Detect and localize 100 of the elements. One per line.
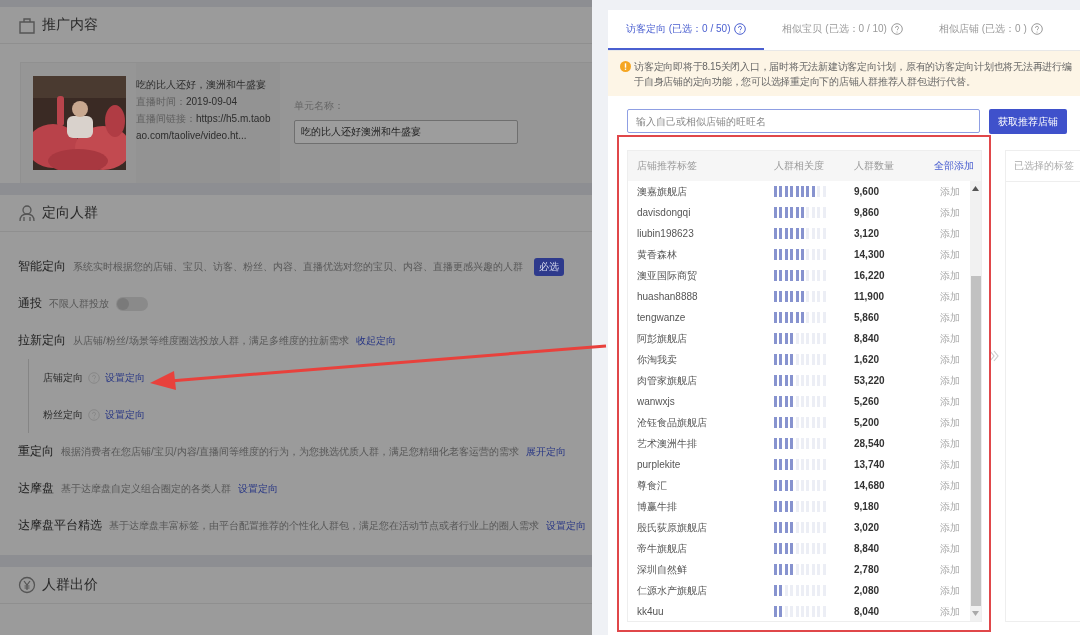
store-name: 黄香森林 xyxy=(636,247,678,262)
add-link[interactable]: 添加 xyxy=(940,436,960,451)
required-badge: 必选 xyxy=(534,257,564,276)
store-name: 艺术澳洲牛排 xyxy=(636,436,698,451)
option-title: 拉新定向 xyxy=(18,332,66,349)
audience-count: 14,680 xyxy=(854,480,886,491)
store-name: 深圳自然鲜 xyxy=(636,562,688,577)
people-icon xyxy=(18,204,36,222)
store-name: kk4uu xyxy=(636,606,665,617)
audience-count: 3,020 xyxy=(854,522,881,533)
scroll-up-icon xyxy=(972,186,979,191)
store-name: davisdongqi xyxy=(636,207,692,218)
add-link[interactable]: 添加 xyxy=(940,310,960,325)
add-link[interactable]: 添加 xyxy=(940,331,960,346)
search-field[interactable]: 输入自己或相似店铺的旺旺名 xyxy=(627,109,980,133)
audience-count: 5,860 xyxy=(854,312,881,323)
store-name: 澳嘉旗舰店 xyxy=(636,184,688,199)
audience-count: 1,620 xyxy=(854,354,881,365)
notice-text: 访客定向即将于8.15关闭入口，届时将无法新建访客定向计划，原有的访客定向计划也将无法再进行编 xyxy=(634,60,1072,74)
option-title: 达摩盘平台精选 xyxy=(18,517,102,534)
section-title: 人群出价 xyxy=(42,576,98,594)
audience-count: 5,200 xyxy=(854,417,881,428)
store-name: 阿彭旗舰店 xyxy=(636,331,688,346)
add-link[interactable]: 添加 xyxy=(940,268,960,283)
audience-count: 11,900 xyxy=(854,291,886,302)
option-link[interactable]: 展开定向 xyxy=(526,444,567,459)
add-link[interactable]: 添加 xyxy=(940,604,960,619)
store-name: 博赢牛排 xyxy=(636,499,678,514)
audience-count: 2,780 xyxy=(854,564,881,575)
warning-icon xyxy=(620,61,631,72)
add-link[interactable]: 添加 xyxy=(940,457,960,472)
add-link[interactable]: 添加 xyxy=(940,352,960,367)
add-all-link[interactable]: 全部添加 xyxy=(934,159,974,173)
add-link[interactable]: 添加 xyxy=(940,373,960,388)
bag-icon xyxy=(18,16,36,34)
store-name: 尊食汇 xyxy=(636,478,668,493)
panel-title: 已选择的标签 xyxy=(1006,151,1080,182)
audience-count: 53,220 xyxy=(854,375,886,386)
add-link[interactable]: 添加 xyxy=(940,247,960,262)
audience-count: 8,840 xyxy=(854,333,881,344)
column-header: 人群相关度 xyxy=(774,159,825,173)
option-link[interactable]: 设置定向 xyxy=(546,518,586,533)
audience-count: 16,220 xyxy=(854,270,886,281)
option-title: 重定向 xyxy=(18,443,54,460)
option-link[interactable]: 设置定向 xyxy=(238,481,278,496)
audience-count: 5,260 xyxy=(854,396,881,407)
toggle-switch[interactable] xyxy=(116,296,148,311)
unit-name-field[interactable]: 吃的比人还好澳洲和牛盛宴 xyxy=(294,120,518,144)
add-link[interactable]: 添加 xyxy=(940,205,960,220)
section-title: 推广内容 xyxy=(42,16,98,34)
add-link[interactable]: 添加 xyxy=(940,184,960,199)
add-link[interactable]: 添加 xyxy=(940,415,960,430)
store-name: 肉管家旗舰店 xyxy=(636,373,698,388)
help-icon xyxy=(890,23,903,35)
audience-count: 2,080 xyxy=(854,585,881,596)
notice-text: 于自身店铺的定向功能，您可以选择重定向下的店铺人群推荐人群包进行代替。 xyxy=(634,75,977,89)
live-title: 吃的比人还好，澳洲和牛盛宴 xyxy=(136,78,267,92)
double-chevron-icon xyxy=(989,350,999,362)
option-title: 智能定向 xyxy=(18,258,66,275)
store-name: 帝牛旗舰店 xyxy=(636,541,688,556)
audience-count: 8,040 xyxy=(854,606,881,617)
store-name: 殷氏荻原旗舰店 xyxy=(636,520,708,535)
option-title: 达摩盘 xyxy=(18,480,54,497)
audience-count: 14,300 xyxy=(854,249,886,260)
yen-icon xyxy=(18,576,36,594)
scrollbar[interactable] xyxy=(970,181,981,621)
column-header: 人群数量 xyxy=(854,159,895,173)
help-icon xyxy=(734,23,747,35)
set-link[interactable]: 设置定向 xyxy=(105,370,145,385)
add-link[interactable]: 添加 xyxy=(940,226,960,241)
add-link[interactable]: 添加 xyxy=(940,520,960,535)
store-name: purplekite xyxy=(636,459,682,470)
option-title: 通投 xyxy=(18,295,42,312)
tab[interactable]: 相似宝贝 (已选：0 / 10) xyxy=(764,10,921,50)
add-link[interactable]: 添加 xyxy=(940,478,960,493)
store-name: tengwanze xyxy=(636,312,687,323)
option-link[interactable]: 收起定向 xyxy=(355,333,396,348)
audience-count: 9,860 xyxy=(854,207,881,218)
help-icon xyxy=(1030,23,1043,35)
scroll-down-icon xyxy=(972,611,979,616)
set-link[interactable]: 设置定向 xyxy=(105,407,145,422)
fetch-button[interactable]: 获取推荐店铺 xyxy=(989,109,1067,134)
store-name: liubin198623 xyxy=(636,228,695,239)
column-header: 店铺推荐标签 xyxy=(636,159,698,173)
audience-count: 28,540 xyxy=(854,438,886,449)
tab[interactable]: 相似店铺 (已选：0 ) xyxy=(920,10,1061,50)
option-title: 粉丝定向 xyxy=(43,407,83,422)
add-link[interactable]: 添加 xyxy=(940,499,960,514)
store-name: wanwxjs xyxy=(636,396,676,407)
add-link[interactable]: 添加 xyxy=(940,289,960,304)
section-title: 定向人群 xyxy=(42,204,98,222)
store-name: huashan8888 xyxy=(636,291,699,302)
add-link[interactable]: 添加 xyxy=(940,394,960,409)
add-link[interactable]: 添加 xyxy=(940,583,960,598)
add-link[interactable]: 添加 xyxy=(940,562,960,577)
add-link[interactable]: 添加 xyxy=(940,541,960,556)
option-title: 店铺定向 xyxy=(43,370,83,385)
audience-count: 3,120 xyxy=(854,228,881,239)
store-name: 你淘我卖 xyxy=(636,352,678,367)
audience-count: 13,740 xyxy=(854,459,886,470)
